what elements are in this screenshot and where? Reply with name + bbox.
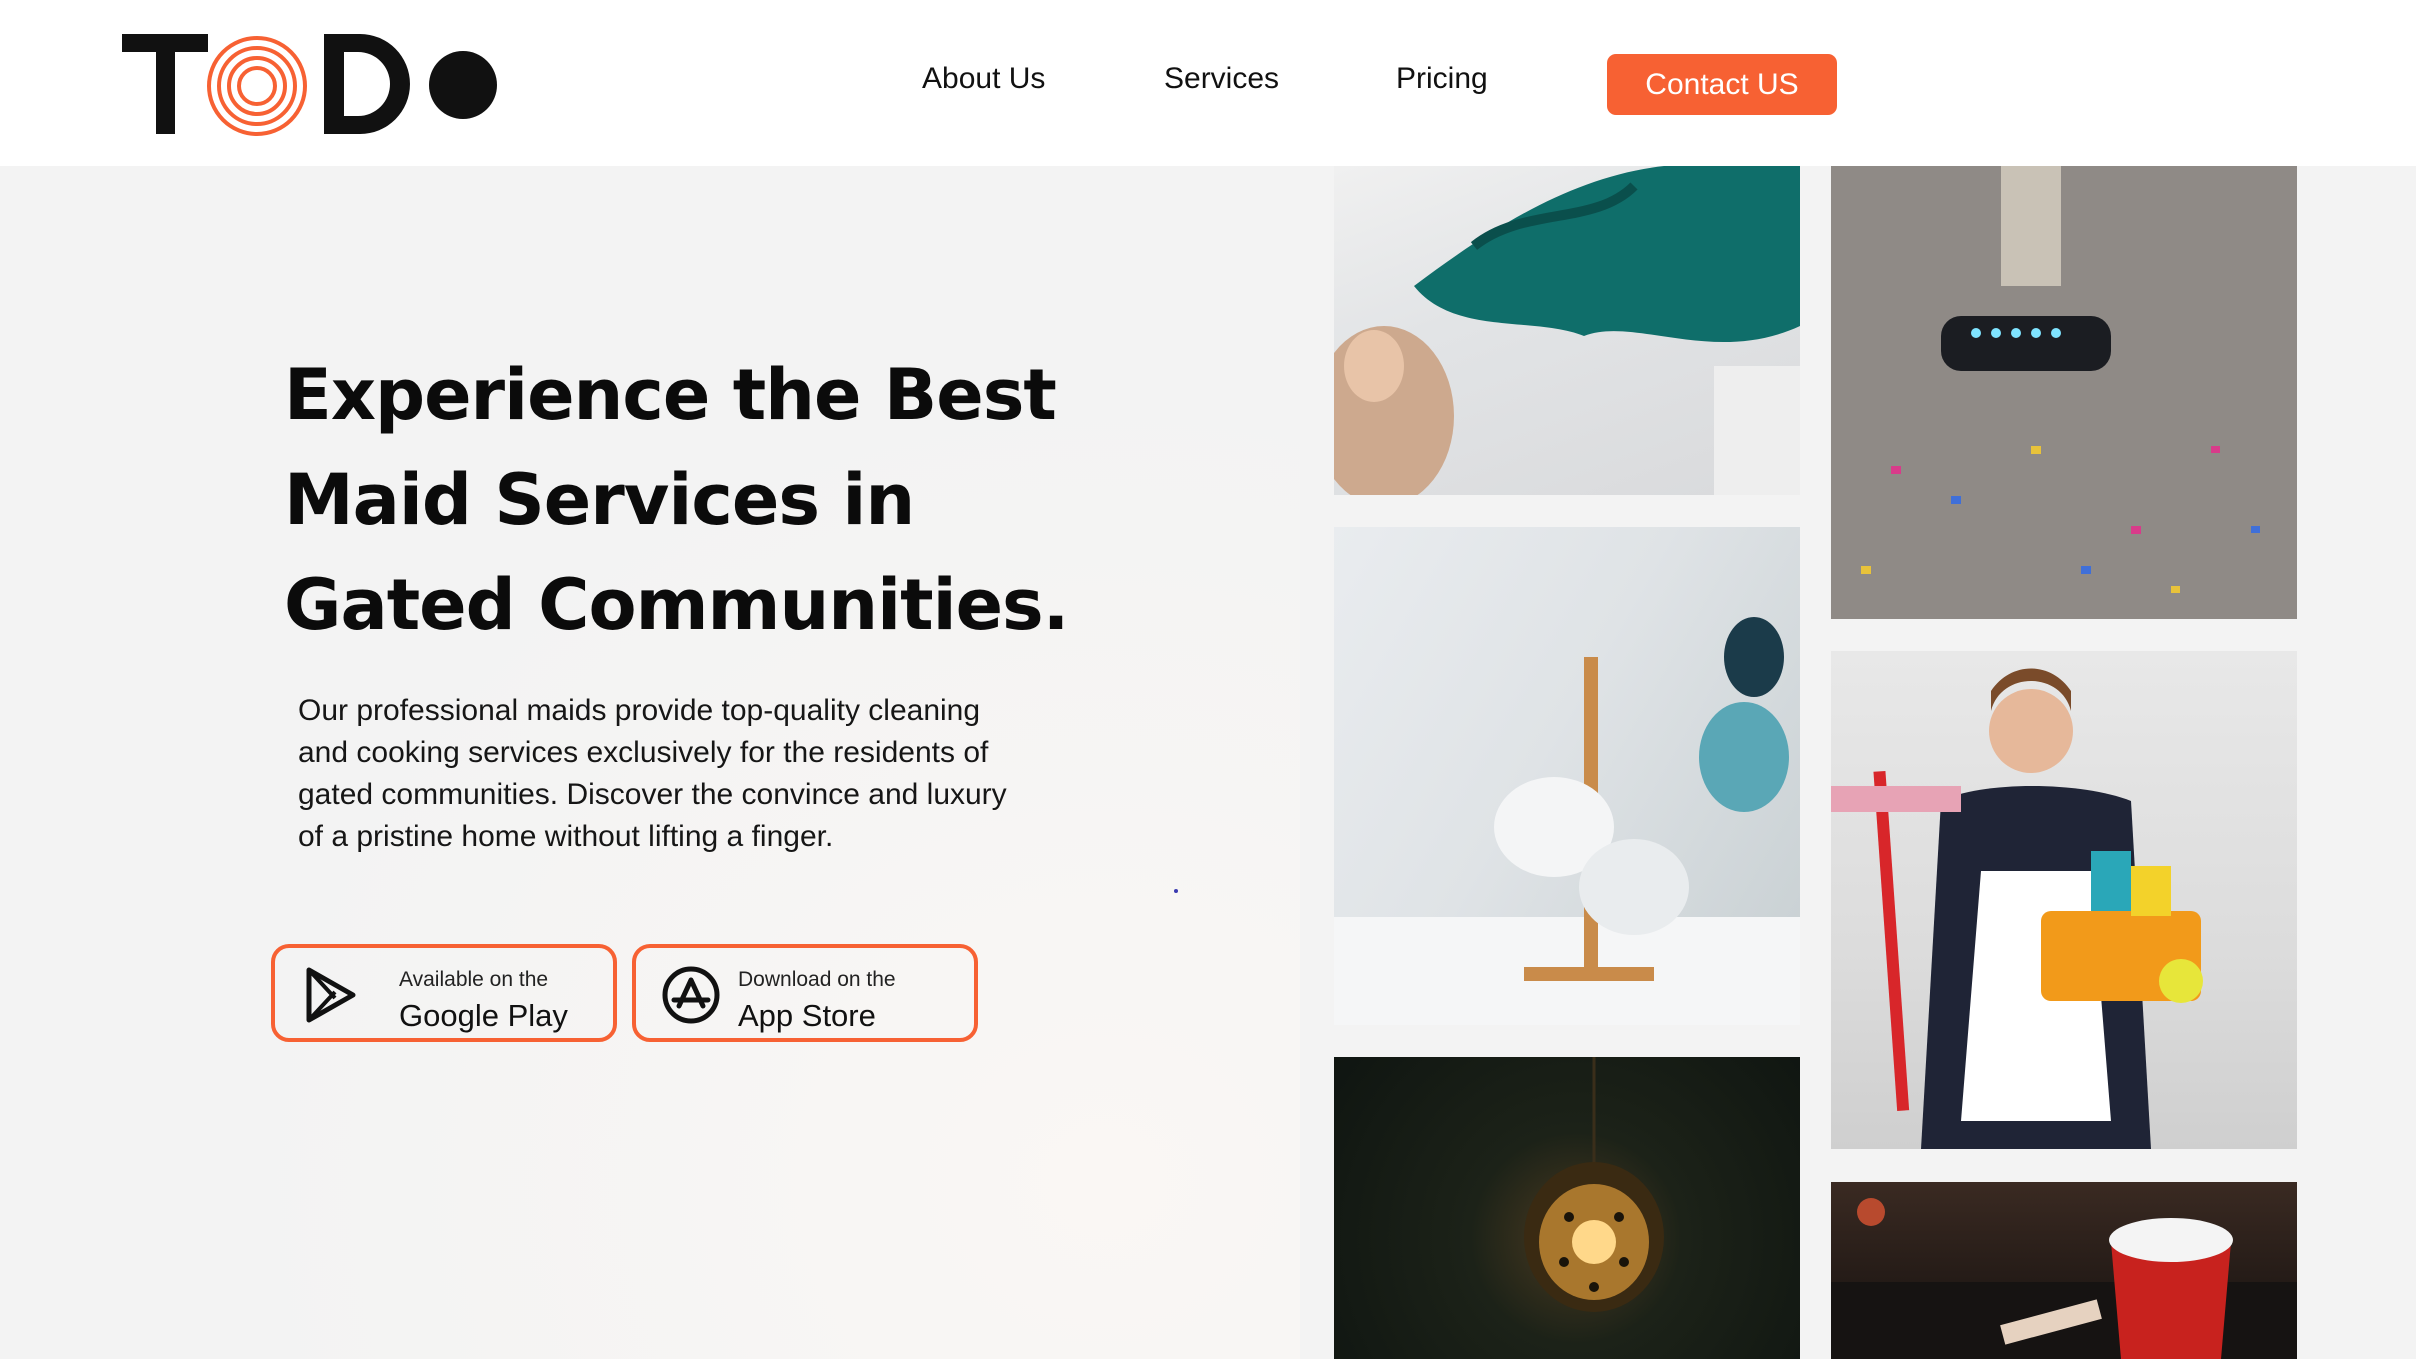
app-store-icon <box>662 966 720 1024</box>
hero-title: Experience the Best Maid Services in Gat… <box>284 343 1104 658</box>
app-store-label: App Store <box>738 998 876 1033</box>
nav-services[interactable]: Services <box>1164 62 1279 96</box>
gallery-photo-sheet <box>1334 166 1800 495</box>
app-store-caption: Download on the <box>738 968 896 991</box>
todo-logo[interactable] <box>122 28 502 140</box>
hero-title-line: Maid Services in <box>284 459 915 541</box>
google-play-label: Google Play <box>399 998 568 1033</box>
gallery-photo-bucket <box>1831 1182 2297 1359</box>
gallery-photo-vacuum <box>1831 166 2297 619</box>
hero-description: Our professional maids provide top-quali… <box>298 694 1007 853</box>
decorative-dot <box>1174 889 1178 893</box>
app-store-button[interactable]: Download on the App Store <box>632 944 978 1042</box>
hero-title-line: Gated Communities. <box>284 564 1069 646</box>
hero-title-line: Experience the Best <box>284 354 1057 436</box>
google-play-caption: Available on the <box>399 968 549 991</box>
google-play-button[interactable]: Available on the Google Play <box>271 944 617 1042</box>
site-header: About Us Services Pricing Contact US <box>0 0 2416 166</box>
nav-pricing[interactable]: Pricing <box>1396 62 1488 96</box>
gallery-photo-mugs <box>1334 527 1800 1025</box>
contact-us-button[interactable]: Contact US <box>1607 54 1837 115</box>
gallery-photo-maid <box>1831 651 2297 1149</box>
gallery-photo-lantern <box>1334 1057 1800 1359</box>
nav-about-us[interactable]: About Us <box>922 62 1045 96</box>
google-play-icon <box>306 967 356 1023</box>
